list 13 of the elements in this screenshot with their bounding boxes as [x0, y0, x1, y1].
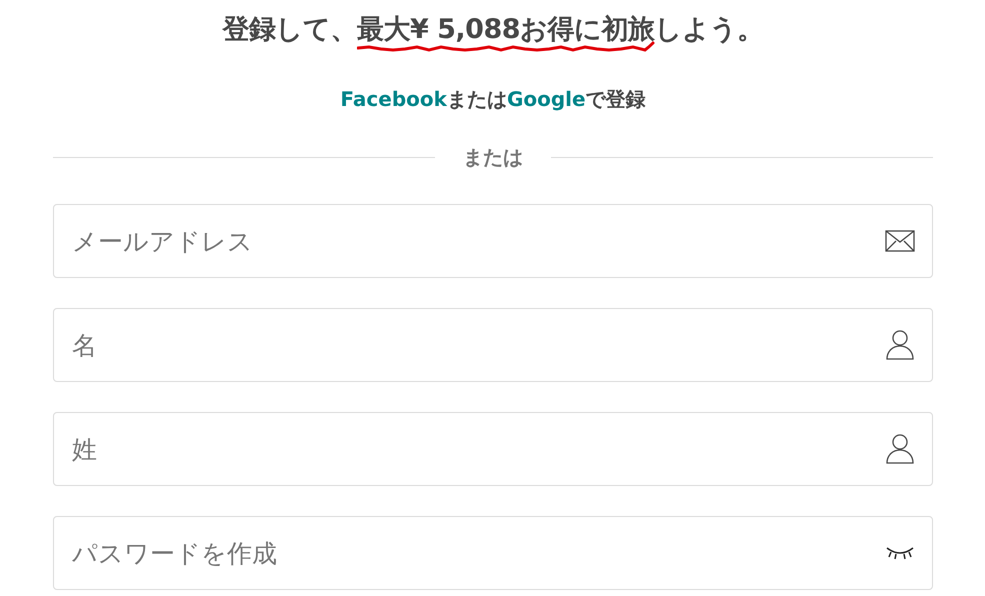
closed-eye-icon — [885, 546, 915, 560]
person-icon — [885, 433, 915, 466]
envelope-icon — [885, 230, 915, 252]
facebook-link[interactable]: Facebook — [340, 87, 447, 112]
divider-text: または — [462, 144, 524, 172]
person-icon — [885, 329, 915, 362]
input-field[interactable]: パスワードを作成 — [53, 516, 933, 590]
input-field[interactable]: 名 — [53, 308, 933, 382]
signup-options-text: FacebookまたはGoogleで登録 — [339, 86, 647, 114]
google-link[interactable]: Google — [506, 87, 586, 112]
page-heading: 登録して、最大¥ 5,088お得に初旅しよう。 — [221, 14, 765, 46]
input-field[interactable]: メールアドレス — [53, 204, 933, 278]
input-field[interactable]: 姓 — [53, 412, 933, 486]
